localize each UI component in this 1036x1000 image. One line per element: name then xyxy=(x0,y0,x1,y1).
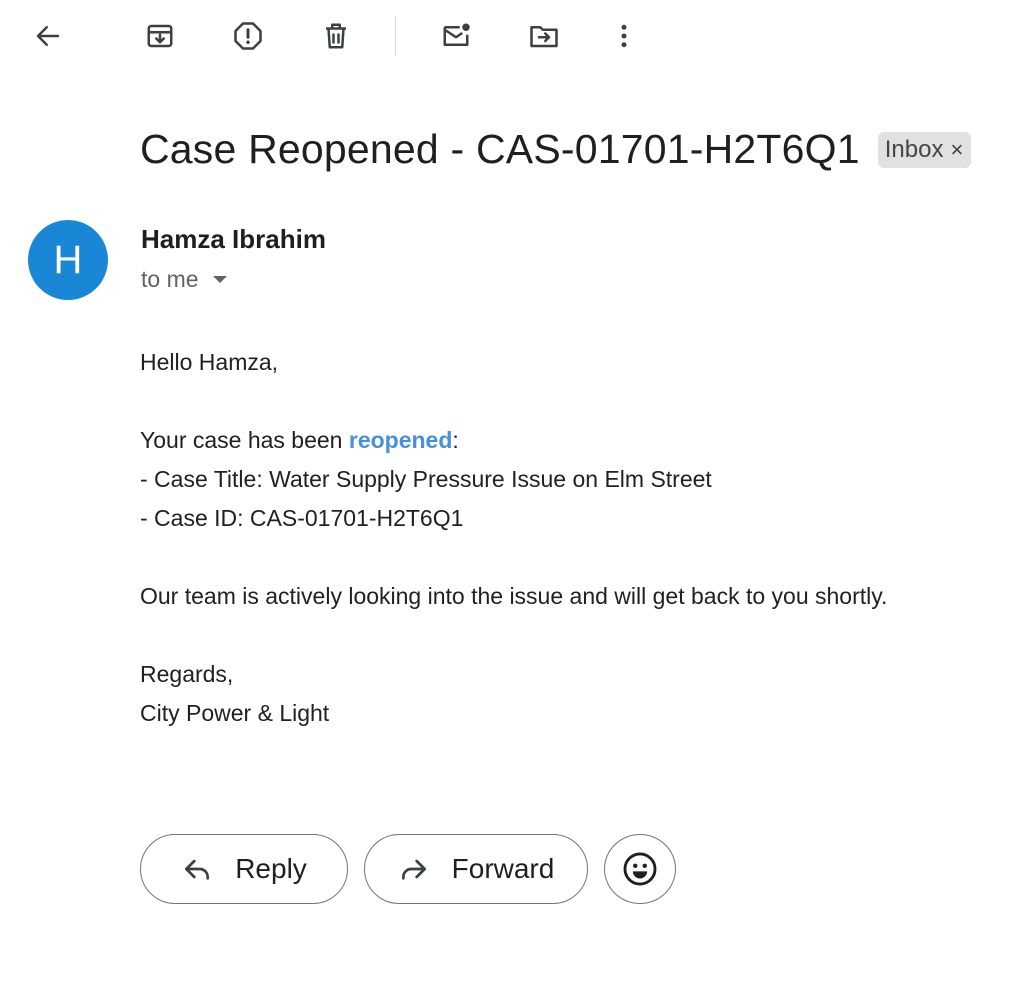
forward-button[interactable]: Forward xyxy=(364,834,588,904)
delete-icon xyxy=(326,23,346,49)
toolbar-divider xyxy=(395,16,396,56)
sender-avatar[interactable]: H xyxy=(28,220,108,300)
reopened-highlight: reopened xyxy=(348,427,453,453)
case-id-line: - Case ID: CAS-01701-H2T6Q1 xyxy=(140,505,464,531)
avatar-initial: H xyxy=(53,237,83,282)
case-title-line: - Case Title: Water Supply Pressure Issu… xyxy=(140,466,712,492)
forward-label: Forward xyxy=(451,853,555,884)
email-subject: Case Reopened - CAS-01701-H2T6Q1 xyxy=(140,126,860,172)
forward-icon xyxy=(401,859,426,880)
status-line: Our team is actively looking into the is… xyxy=(140,583,888,609)
report-spam-icon xyxy=(234,22,262,50)
mark-unread-icon xyxy=(443,23,470,46)
greeting: Hello Hamza, xyxy=(140,349,279,375)
report-spam-button[interactable] xyxy=(224,12,272,60)
archive-button[interactable] xyxy=(136,12,184,60)
remove-label-icon[interactable]: × xyxy=(950,137,963,163)
reply-label: Reply xyxy=(235,853,307,884)
reply-button[interactable]: Reply xyxy=(140,834,348,904)
email-toolbar xyxy=(0,0,1036,72)
move-to-icon xyxy=(530,26,558,48)
more-options-icon xyxy=(621,24,627,48)
smiley-icon xyxy=(623,852,657,886)
emoji-reaction-button[interactable] xyxy=(604,834,676,904)
subject-row: Case Reopened - CAS-01701-H2T6Q1 Inbox × xyxy=(140,126,972,173)
recipient-details-toggle[interactable]: to me xyxy=(141,266,227,293)
inbox-label-chip[interactable]: Inbox × xyxy=(877,131,972,168)
signature: City Power & Light xyxy=(140,700,330,726)
move-to-button[interactable] xyxy=(520,12,568,60)
mark-unread-button[interactable] xyxy=(432,12,480,60)
inbox-label-text: Inbox xyxy=(884,135,944,163)
caret-down-icon xyxy=(212,276,227,283)
more-options-button[interactable] xyxy=(600,12,648,60)
signoff: Regards, xyxy=(140,661,234,687)
archive-icon xyxy=(147,24,173,48)
intro-line: Your case has been reopened: xyxy=(140,421,887,460)
back-icon xyxy=(36,26,60,46)
intro-prefix: Your case has been xyxy=(140,427,349,453)
intro-suffix: : xyxy=(452,427,459,453)
sender-name[interactable]: Hamza Ibrahim xyxy=(141,224,326,255)
delete-button[interactable] xyxy=(312,12,360,60)
reply-icon xyxy=(185,859,210,880)
email-body: Hello Hamza, Your case has been reopened… xyxy=(140,343,887,733)
back-button[interactable] xyxy=(24,12,72,60)
recipient-text: to me xyxy=(141,266,199,292)
